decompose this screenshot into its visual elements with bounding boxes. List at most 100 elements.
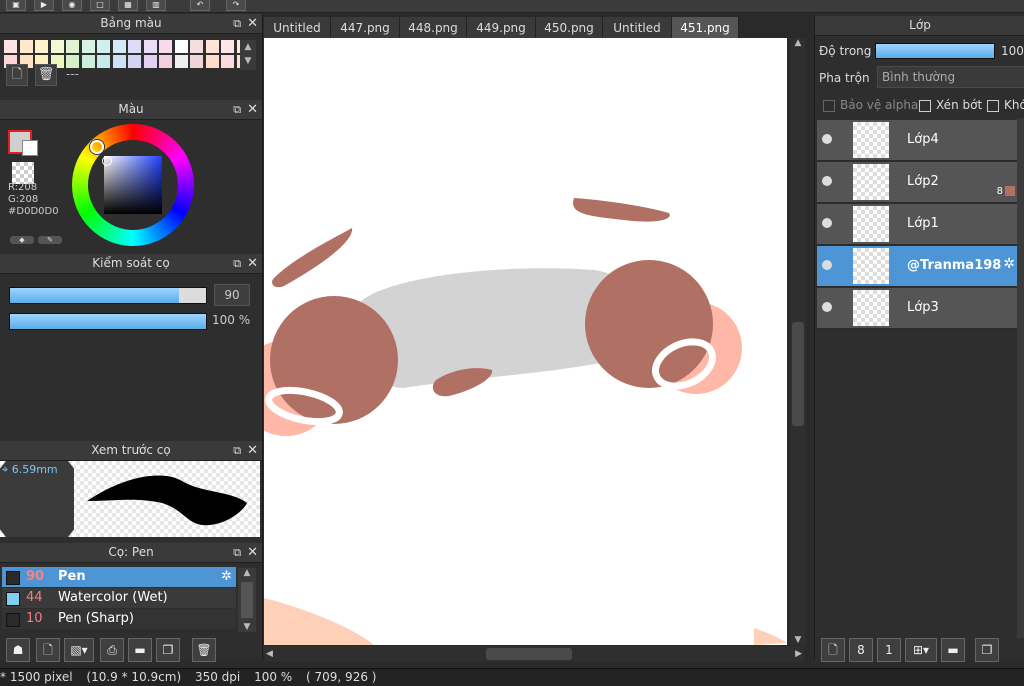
popout-icon[interactable]: ⧉ (233, 100, 241, 119)
horizontal-scroll-thumb[interactable] (486, 648, 572, 660)
close-icon[interactable]: ✕ (247, 100, 258, 119)
palette-swatch[interactable] (128, 55, 141, 68)
palette-swatch[interactable] (97, 40, 110, 53)
layer-row[interactable]: @Tranma198 ✲ (817, 246, 1017, 287)
palette-swatch[interactable] (159, 40, 172, 53)
layer-row[interactable]: Lớp1 (817, 204, 1017, 245)
layer-folder-button[interactable]: ▬ (941, 638, 965, 662)
new-1bit-layer-button[interactable]: 1 (877, 638, 901, 662)
save-icon[interactable]: ▣ (6, 0, 26, 11)
undo-icon[interactable]: ↶ (190, 0, 210, 11)
palette-swatch[interactable] (221, 40, 234, 53)
drawing-canvas[interactable] (264, 38, 787, 645)
palette-swatch[interactable] (81, 55, 95, 68)
split-icon[interactable]: ▥ (146, 0, 166, 11)
new-layer-button[interactable]: 🗋 (821, 638, 845, 662)
palette-swatch[interactable] (221, 55, 234, 68)
layer-row[interactable]: Lớp3 (817, 288, 1017, 329)
palette-swatch[interactable] (19, 40, 33, 53)
close-icon[interactable]: ✕ (247, 543, 258, 562)
delete-brush-button[interactable]: 🗑 (192, 638, 216, 662)
palette-swatch[interactable] (97, 55, 110, 68)
eye-icon[interactable] (822, 260, 832, 270)
hue-ring[interactable] (72, 124, 194, 246)
grid-icon[interactable]: ▦ (118, 0, 138, 11)
eye-icon[interactable] (822, 134, 832, 144)
brush-item[interactable]: 90 Pen ✲ (2, 567, 236, 587)
new-palette-button[interactable]: 🗋 (6, 64, 28, 86)
layer-list-scrollbar[interactable] (1017, 118, 1024, 638)
popout-icon[interactable]: ⧉ (233, 254, 241, 273)
window-icon[interactable]: □ (90, 0, 110, 11)
brush-size-value[interactable]: 90 (214, 284, 250, 306)
add-layer-menu-button[interactable]: ⊞▾ (905, 638, 937, 662)
palette-swatch[interactable] (112, 55, 126, 68)
palette-swatch[interactable] (174, 55, 188, 68)
redo-icon[interactable]: ↷ (226, 0, 246, 11)
close-icon[interactable]: ✕ (247, 441, 258, 460)
eye-icon[interactable] (822, 218, 832, 228)
delete-palette-button[interactable]: 🗑 (35, 64, 57, 86)
tab-document[interactable]: 448.png (400, 17, 467, 39)
palette-swatch[interactable] (50, 40, 64, 53)
tab-document[interactable]: 451.png (672, 17, 739, 39)
gear-icon[interactable]: ✲ (1003, 256, 1015, 272)
brush-folder-button[interactable]: ▬ (128, 638, 152, 662)
tab-document[interactable]: Untitled (603, 17, 672, 39)
popout-icon[interactable]: ⧉ (233, 441, 241, 460)
duplicate-brush-button[interactable]: ❐ (156, 638, 180, 662)
camera-icon[interactable]: ◉ (62, 0, 82, 11)
palette-swatch[interactable] (159, 55, 172, 68)
palette-swatch[interactable] (35, 40, 48, 53)
tab-document[interactable]: 450.png (536, 17, 603, 39)
new-8bit-layer-button[interactable]: 8 (849, 638, 873, 662)
palette-swatch[interactable] (143, 40, 157, 53)
eyedropper-button[interactable]: ✎ (38, 236, 62, 244)
palette-swatch[interactable] (128, 40, 141, 53)
palette-swatch[interactable] (4, 40, 17, 53)
palette-swatch[interactable] (205, 55, 219, 68)
palette-swatch[interactable] (81, 40, 95, 53)
protect-alpha-checkbox[interactable]: Bảo vệ alpha (823, 96, 918, 114)
palette-swatch[interactable] (143, 55, 157, 68)
palette-swatch[interactable] (112, 40, 126, 53)
close-icon[interactable]: ✕ (247, 254, 258, 273)
eye-icon[interactable] (822, 176, 832, 186)
palette-swatch[interactable] (205, 40, 219, 53)
saturation-value-square[interactable] (104, 156, 162, 214)
play-icon[interactable]: ▶ (34, 0, 54, 11)
gear-icon[interactable]: ✲ (221, 567, 232, 587)
new-brush-button[interactable]: 🗋 (36, 638, 60, 662)
brush-size-slider[interactable] (9, 287, 207, 304)
canvas-vertical-scrollbar[interactable]: ▲ ▼ (790, 38, 806, 645)
layer-row[interactable]: Lớp4 (817, 120, 1017, 161)
secondary-color-swatch[interactable] (22, 140, 38, 156)
vertical-scroll-thumb[interactable] (792, 322, 804, 426)
palette-swatch[interactable] (66, 40, 79, 53)
tab-document[interactable]: 447.png (331, 17, 400, 39)
palette-swatch[interactable] (174, 40, 188, 53)
eye-icon[interactable] (822, 302, 832, 312)
brush-settings-button[interactable]: ☗ (6, 638, 30, 662)
lock-checkbox[interactable]: Khóa (987, 96, 1024, 114)
hue-handle[interactable] (90, 140, 104, 154)
popout-icon[interactable]: ⧉ (233, 543, 241, 562)
duplicate-layer-button[interactable]: ❐ (975, 638, 999, 662)
canvas-horizontal-scrollbar[interactable]: ◀ ▶ (264, 646, 804, 662)
popout-icon[interactable]: ⧉ (233, 14, 241, 33)
palette-scroll[interactable]: ▲ ▼ (240, 40, 256, 70)
brush-item[interactable]: 44 Watercolor (Wet) (2, 588, 236, 608)
palette-swatch[interactable] (190, 55, 203, 68)
close-icon[interactable]: ✕ (247, 14, 258, 33)
transparent-swatch[interactable] (12, 162, 34, 184)
layer-opacity-slider[interactable] (875, 43, 995, 59)
sv-handle[interactable] (102, 156, 112, 166)
tab-document[interactable]: Untitled (264, 17, 331, 39)
import-brush-button[interactable]: ⎙ (100, 638, 124, 662)
brush-list-scrollbar[interactable]: ▲ ▼ (238, 568, 256, 632)
tab-document[interactable]: 449.png (467, 17, 536, 39)
brush-type-button[interactable]: ▧▾ (64, 638, 94, 662)
brush-item[interactable]: 10 Pen (Sharp) (2, 609, 236, 629)
blend-mode-select[interactable]: Bình thường (877, 66, 1024, 88)
palette-swatch[interactable] (190, 40, 203, 53)
